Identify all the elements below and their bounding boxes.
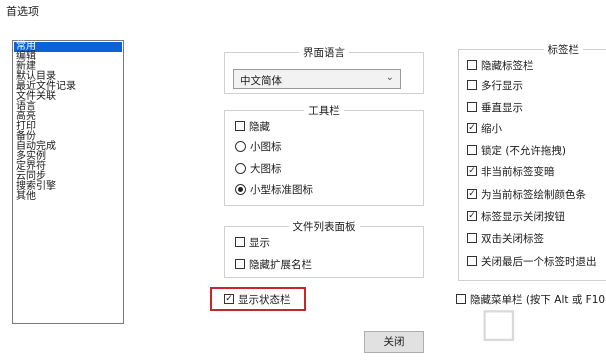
hide-menubar-checkbox[interactable]: 隐藏菜单栏 (按下 Alt 或 F10 [456, 292, 605, 307]
tab-bar-group: 标签栏 隐藏标签栏多行显示垂直显示 ✓ 缩小锁定 (不允许拖拽) ✓ 非当前标签变暗 ✓ 为… [458, 44, 606, 281]
tab-bar-option-label: 缩小 [481, 123, 502, 135]
tab-bar-option-label: 垂直显示 [481, 102, 523, 114]
watermark-logo: □ [480, 300, 518, 346]
toolbar-title: 工具栏 [304, 105, 344, 117]
ui-language-title: 界面语言 [299, 47, 349, 59]
tab-bar-option-label: 关闭最后一个标签时退出 [481, 256, 597, 268]
tab-bar-option-label: 锁定 (不允许拖拽) [481, 145, 567, 157]
tab-bar-option-checkbox[interactable]: ✓ 非当前标签变暗 [467, 164, 555, 180]
tab-bar-option-checkbox[interactable]: 关闭最后一个标签时退出 [467, 254, 597, 270]
radio-label: 小型标准图标 [250, 184, 313, 196]
radio-icon [235, 140, 246, 152]
toolbar-radio-small[interactable]: 小图标 [235, 139, 282, 155]
radio-selected-icon [235, 183, 246, 195]
checkbox-icon [467, 145, 477, 155]
tab-bar-option-label: 非当前标签变暗 [481, 166, 555, 178]
file-list-panel-group: 文件列表面板 显示 隐藏扩展名栏 [224, 221, 424, 278]
radio-label: 小图标 [250, 141, 282, 153]
checkbox-icon [235, 259, 245, 269]
tab-bar-option-checkbox[interactable]: 双击关闭标签 [467, 231, 544, 247]
tab-bar-option-checkbox[interactable]: 多行显示 [467, 78, 523, 94]
language-value: 中文简体 [240, 75, 282, 87]
toolbar-hide-checkbox[interactable]: 隐藏 [235, 119, 270, 135]
tab-bar-option-label: 双击关闭标签 [481, 233, 544, 245]
tab-bar-option-checkbox[interactable]: ✓ 标签显示关闭按钮 [467, 209, 565, 225]
checkbox-icon [467, 60, 477, 70]
checkbox-checked-icon: ✓ [467, 189, 477, 199]
tab-bar-option-checkbox[interactable]: ✓ 为当前标签绘制颜色条 [467, 187, 586, 203]
hide-extension-checkbox[interactable]: 隐藏扩展名栏 [235, 257, 312, 273]
file-list-show-label: 显示 [249, 237, 270, 249]
tab-bar-option-checkbox[interactable]: 隐藏标签栏 [467, 58, 534, 74]
close-button[interactable]: 关闭 [364, 331, 424, 353]
radio-icon [235, 162, 246, 174]
tab-bar-option-label: 隐藏标签栏 [481, 60, 534, 72]
checkbox-icon [467, 102, 477, 112]
tab-bar-title: 标签栏 [543, 44, 583, 56]
category-item[interactable]: 其他 [14, 192, 123, 202]
toolbar-group: 工具栏 隐藏 小图标 大图标 小型标准图标 [224, 105, 424, 206]
checkbox-icon [456, 294, 466, 304]
language-dropdown[interactable]: 中文简体 ⌄ [233, 69, 401, 89]
tab-bar-option-checkbox[interactable]: 垂直显示 [467, 100, 523, 116]
checkbox-checked-icon: ✓ [467, 123, 477, 133]
status-bar-checkbox[interactable]: ✓ 显示状态栏 [224, 292, 291, 307]
toolbar-radio-small-standard[interactable]: 小型标准图标 [235, 182, 313, 198]
hide-extension-label: 隐藏扩展名栏 [249, 259, 312, 271]
radio-label: 大图标 [250, 163, 282, 175]
tab-bar-option-checkbox[interactable]: ✓ 缩小 [467, 121, 502, 137]
checkbox-checked-icon: ✓ [224, 294, 234, 304]
toolbar-hide-label: 隐藏 [249, 121, 270, 133]
tab-bar-option-label: 为当前标签绘制颜色条 [481, 189, 586, 201]
checkbox-icon [467, 233, 477, 243]
checkbox-icon [235, 237, 245, 247]
toolbar-radio-large[interactable]: 大图标 [235, 161, 282, 177]
status-bar-highlight: ✓ 显示状态栏 [210, 287, 306, 311]
status-bar-label: 显示状态栏 [238, 294, 291, 306]
ui-language-group: 界面语言 中文简体 ⌄ [224, 47, 424, 94]
chevron-down-icon: ⌄ [385, 72, 394, 83]
tab-bar-option-label: 标签显示关闭按钮 [481, 211, 565, 223]
category-list[interactable]: 常用 编辑 新建 默认目录 最近文件记录 文件关联 语言 高亮 打印 备份 自动完成 多实例 定界符 云同… [12, 40, 124, 324]
file-list-panel-title: 文件列表面板 [288, 221, 360, 233]
tab-bar-option-label: 多行显示 [481, 80, 523, 92]
window-title: 首选项 [6, 5, 39, 18]
tab-bar-option-checkbox[interactable]: 锁定 (不允许拖拽) [467, 143, 566, 159]
checkbox-icon [235, 121, 245, 131]
file-list-show-checkbox[interactable]: 显示 [235, 235, 270, 251]
checkbox-checked-icon: ✓ [467, 211, 477, 221]
checkbox-icon [467, 256, 477, 266]
checkbox-icon [467, 80, 477, 90]
checkbox-checked-icon: ✓ [467, 166, 477, 176]
